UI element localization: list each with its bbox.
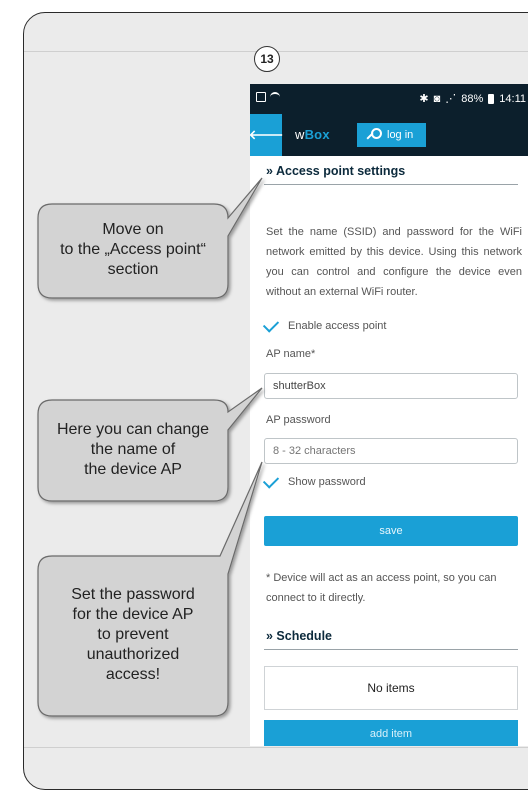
callout-line: unauthorized bbox=[86, 646, 180, 663]
callout-line: access! bbox=[105, 666, 161, 683]
callout-line: for the device AP bbox=[72, 606, 194, 623]
callout-line: to prevent bbox=[97, 626, 169, 643]
callout-line: Move on bbox=[102, 221, 164, 238]
callout-line: the device AP bbox=[84, 461, 182, 478]
callout-line: the name of bbox=[90, 441, 176, 458]
callout-text-1: Move on to the „Access point“ section bbox=[38, 220, 228, 280]
callout-line: section bbox=[107, 261, 159, 278]
callout-text-3: Set the password for the device AP to pr… bbox=[38, 585, 228, 685]
callout-line: Set the password bbox=[71, 586, 195, 603]
callout-line: to the „Access point“ bbox=[60, 241, 206, 258]
callout-text-2: Here you can change the name of the devi… bbox=[38, 420, 228, 480]
callout-line: Here you can change bbox=[56, 421, 210, 438]
